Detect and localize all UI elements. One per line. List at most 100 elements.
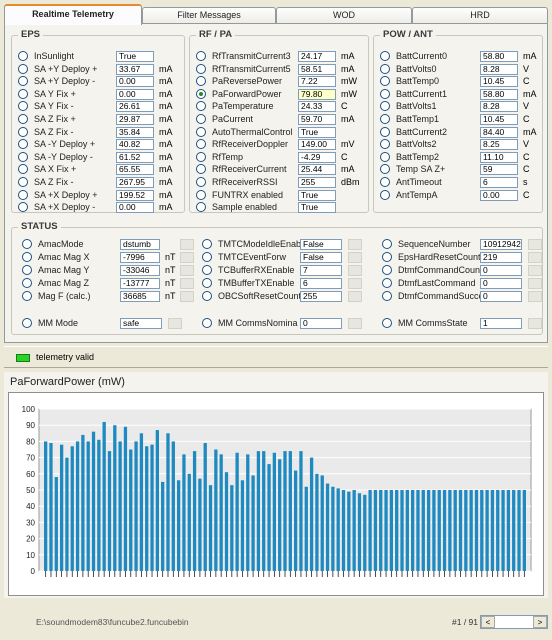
telemetry-row-amac-mag-z: Amac Mag Z -13777 nT (22, 278, 194, 290)
plot-select-radio[interactable] (382, 252, 392, 262)
telemetry-row-sa-z-fix: SA Z Fix + 29.87 mA (18, 114, 182, 126)
y-tick-label: 80 (26, 437, 35, 446)
plot-select-radio[interactable] (380, 164, 390, 175)
bar (203, 443, 207, 571)
field-label: AntTimeout (396, 177, 442, 187)
field-label: SA Z Fix - (34, 177, 74, 187)
plot-select-radio[interactable] (18, 202, 28, 213)
tab-filter-messages[interactable]: Filter Messages (142, 7, 276, 24)
field-label: SA -Y Deploy - (34, 151, 93, 162)
tab-wod[interactable]: WOD (276, 7, 412, 24)
plot-select-radio[interactable] (202, 291, 212, 301)
bar (107, 451, 112, 571)
plot-select-radio[interactable] (196, 164, 206, 175)
field-label: EpsHardResetCount (398, 252, 480, 262)
plot-select-radio[interactable] (18, 126, 28, 137)
plot-select-radio[interactable] (380, 76, 390, 87)
telemetry-row-mag-f-calc: Mag F (calc.) 36685 nT (22, 291, 194, 303)
plot-select-radio[interactable] (380, 126, 390, 137)
plot-select-radio[interactable] (202, 278, 212, 288)
plot-select-radio[interactable] (18, 76, 28, 87)
telemetry-row-battcurrent2: BattCurrent2 84.40 mA (380, 126, 542, 139)
bar (224, 472, 229, 571)
plot-select-radio[interactable] (18, 114, 28, 124)
plot-select-radio[interactable] (18, 101, 28, 112)
chart-area: 0 10 20 30 40 50 60 70 80 90 100 (8, 392, 544, 596)
plot-select-radio[interactable] (202, 239, 212, 249)
plot-select-radio[interactable] (18, 164, 28, 175)
plot-select-radio[interactable] (18, 139, 28, 150)
plot-select-radio[interactable] (196, 202, 206, 213)
telemetry-row-mm-mode: MM Mode safe (22, 318, 182, 330)
plot-select-radio[interactable] (196, 177, 206, 187)
plot-select-radio[interactable] (380, 114, 390, 124)
plot-select-radio[interactable] (196, 88, 206, 99)
tab-hrd[interactable]: HRD (412, 7, 548, 24)
plot-select-radio[interactable] (18, 88, 28, 99)
plot-select-radio[interactable] (22, 278, 32, 288)
plot-select-radio[interactable] (380, 189, 390, 200)
plot-select-radio[interactable] (382, 278, 392, 288)
bar (240, 480, 245, 571)
plot-select-radio[interactable] (22, 291, 32, 301)
field-label: MM CommsState (398, 318, 468, 328)
plot-select-radio[interactable] (22, 318, 32, 328)
plot-select-radio[interactable] (380, 139, 390, 150)
plot-select-radio[interactable] (18, 51, 28, 61)
field-label: TMBufferTXEnable (218, 278, 295, 288)
field-label: MM Mode (38, 318, 79, 328)
bar (283, 451, 287, 571)
plot-select-radio[interactable] (202, 265, 212, 275)
plot-select-radio[interactable] (382, 318, 392, 328)
bar (490, 490, 495, 571)
field-value: -4.29 (298, 151, 336, 163)
plot-select-radio[interactable] (196, 126, 206, 137)
field-value: True (116, 51, 154, 62)
next-page-button[interactable]: > (533, 616, 547, 628)
field-label: TCBufferRXEnable (218, 265, 295, 275)
field-extra (168, 318, 182, 329)
prev-page-button[interactable]: < (481, 616, 495, 628)
plot-select-radio[interactable] (382, 265, 392, 275)
field-unit: mW (341, 76, 357, 87)
field-label: PaForwardPower (212, 88, 282, 99)
field-label: SequenceNumber (398, 239, 471, 249)
plot-select-radio[interactable] (380, 177, 390, 187)
plot-select-radio[interactable] (22, 239, 32, 249)
plot-select-radio[interactable] (18, 189, 28, 200)
plot-select-radio[interactable] (196, 189, 206, 200)
bar (453, 490, 457, 571)
plot-select-radio[interactable] (380, 63, 390, 74)
plot-select-radio[interactable] (22, 252, 32, 262)
bar (480, 490, 484, 571)
plot-select-radio[interactable] (380, 151, 390, 162)
plot-select-radio[interactable] (18, 177, 28, 187)
plot-select-radio[interactable] (196, 139, 206, 150)
bar (416, 490, 420, 571)
field-label: RfReceiverDoppler (212, 139, 289, 150)
plot-select-radio[interactable] (196, 63, 206, 74)
rf-pa-group: RF / PA RfTransmitCurrent3 24.17 mA RfTrans… (189, 29, 369, 214)
plot-select-radio[interactable] (202, 318, 212, 328)
plot-select-radio[interactable] (380, 101, 390, 112)
plot-select-radio[interactable] (196, 151, 206, 162)
page-spinner[interactable]: < > (480, 615, 548, 629)
tab-realtime-telemetry[interactable]: Realtime Telemetry (4, 4, 142, 25)
field-unit: V (523, 63, 530, 74)
plot-select-radio[interactable] (380, 88, 390, 99)
plot-select-radio[interactable] (18, 151, 28, 162)
plot-select-radio[interactable] (202, 252, 212, 262)
plot-select-radio[interactable] (196, 114, 206, 124)
plot-select-radio[interactable] (382, 239, 392, 249)
plot-select-radio[interactable] (382, 291, 392, 301)
plot-select-radio[interactable] (196, 76, 206, 87)
plot-select-radio[interactable] (18, 63, 28, 74)
bar (384, 490, 388, 571)
telemetry-valid-led (16, 354, 30, 362)
plot-select-radio[interactable] (22, 265, 32, 275)
plot-select-radio[interactable] (196, 101, 206, 112)
bar (198, 478, 202, 571)
plot-select-radio[interactable] (196, 51, 206, 61)
chart-title: PaForwardPower (mW) (10, 376, 125, 388)
plot-select-radio[interactable] (380, 51, 390, 61)
